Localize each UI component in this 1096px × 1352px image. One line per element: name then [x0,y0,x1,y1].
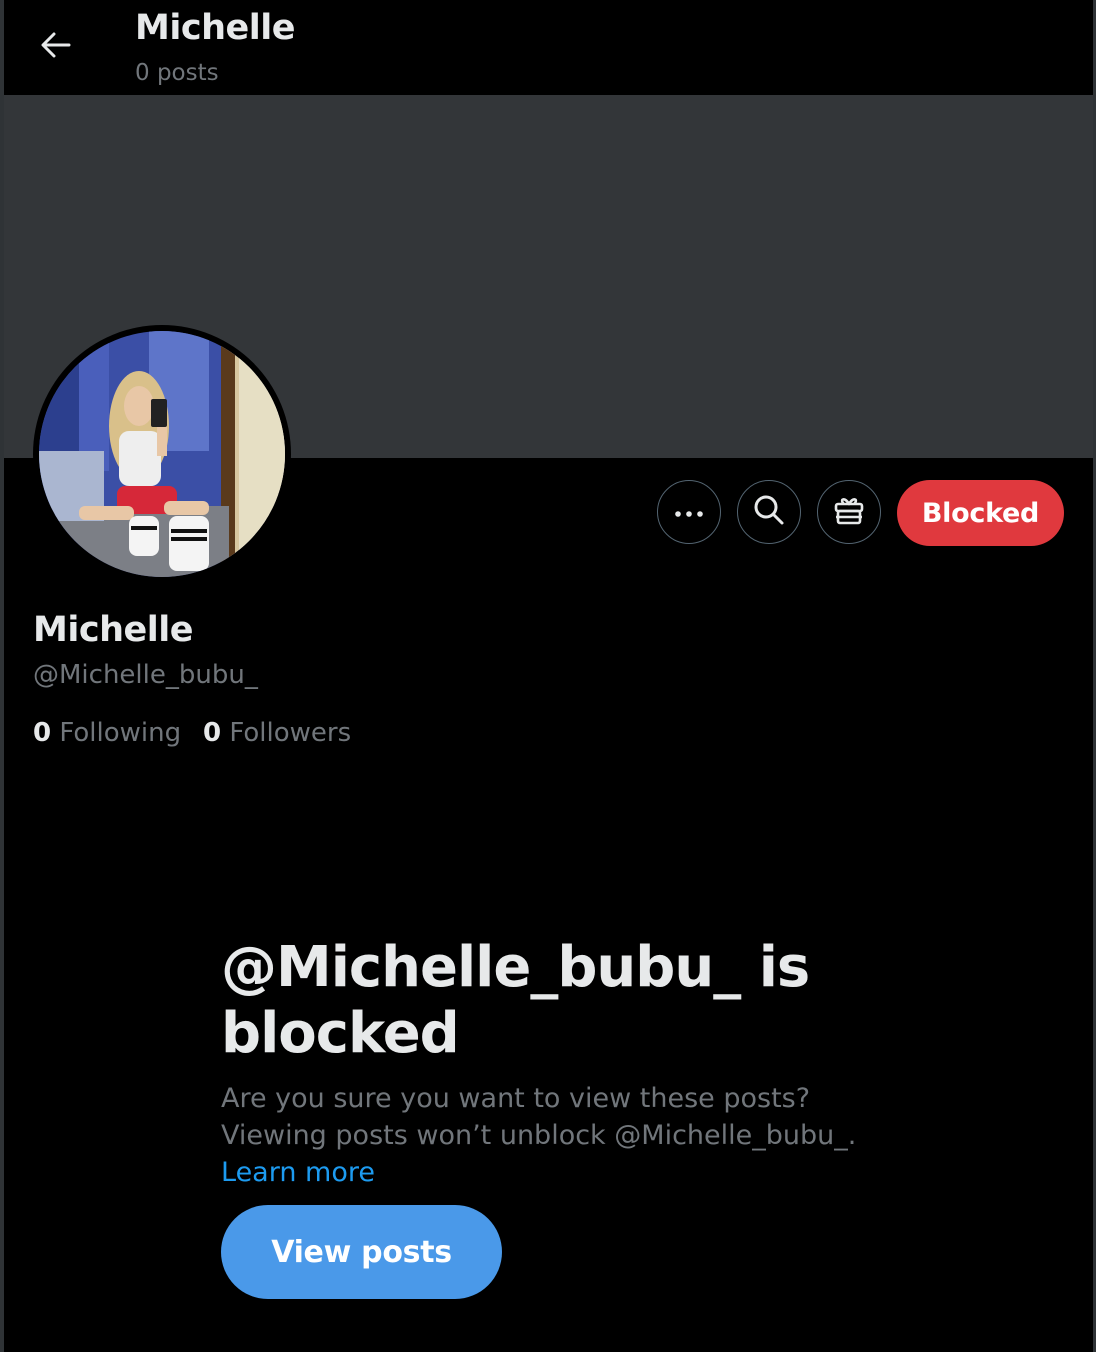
learn-more-link[interactable]: Learn more [221,1157,375,1188]
profile-handle: @Michelle_bubu_ [33,660,258,690]
back-button[interactable] [26,17,86,77]
search-profile-button[interactable] [737,480,801,544]
more-horizontal-icon [674,503,704,522]
view-posts-button[interactable]: View posts [221,1205,502,1299]
blocked-notice-title: @Michelle_bubu_ is blocked [221,935,810,1066]
arrow-left-icon [41,32,71,62]
search-icon [753,494,785,530]
profile-name: Michelle [33,610,193,650]
avatar-photo [39,331,285,577]
header-title: Michelle [135,8,295,48]
profile-header: Michelle 0 posts [4,0,1093,95]
following-count: 0 [33,718,52,748]
gift-icon [833,494,865,530]
followers-count: 0 [203,718,222,748]
following-label: Following [59,718,182,748]
followers-link[interactable]: 0 Followers [203,718,351,748]
gift-button[interactable] [817,480,881,544]
blocked-notice-text: Are you sure you want to view these post… [221,1083,857,1151]
blocked-button[interactable]: Blocked [897,480,1064,546]
avatar[interactable] [33,325,291,583]
followers-label: Followers [229,718,352,748]
following-link[interactable]: 0 Following [33,718,181,748]
blocked-notice-description: Are you sure you want to view these post… [221,1080,881,1191]
header-posts-count: 0 posts [135,60,219,86]
more-options-button[interactable] [657,480,721,544]
